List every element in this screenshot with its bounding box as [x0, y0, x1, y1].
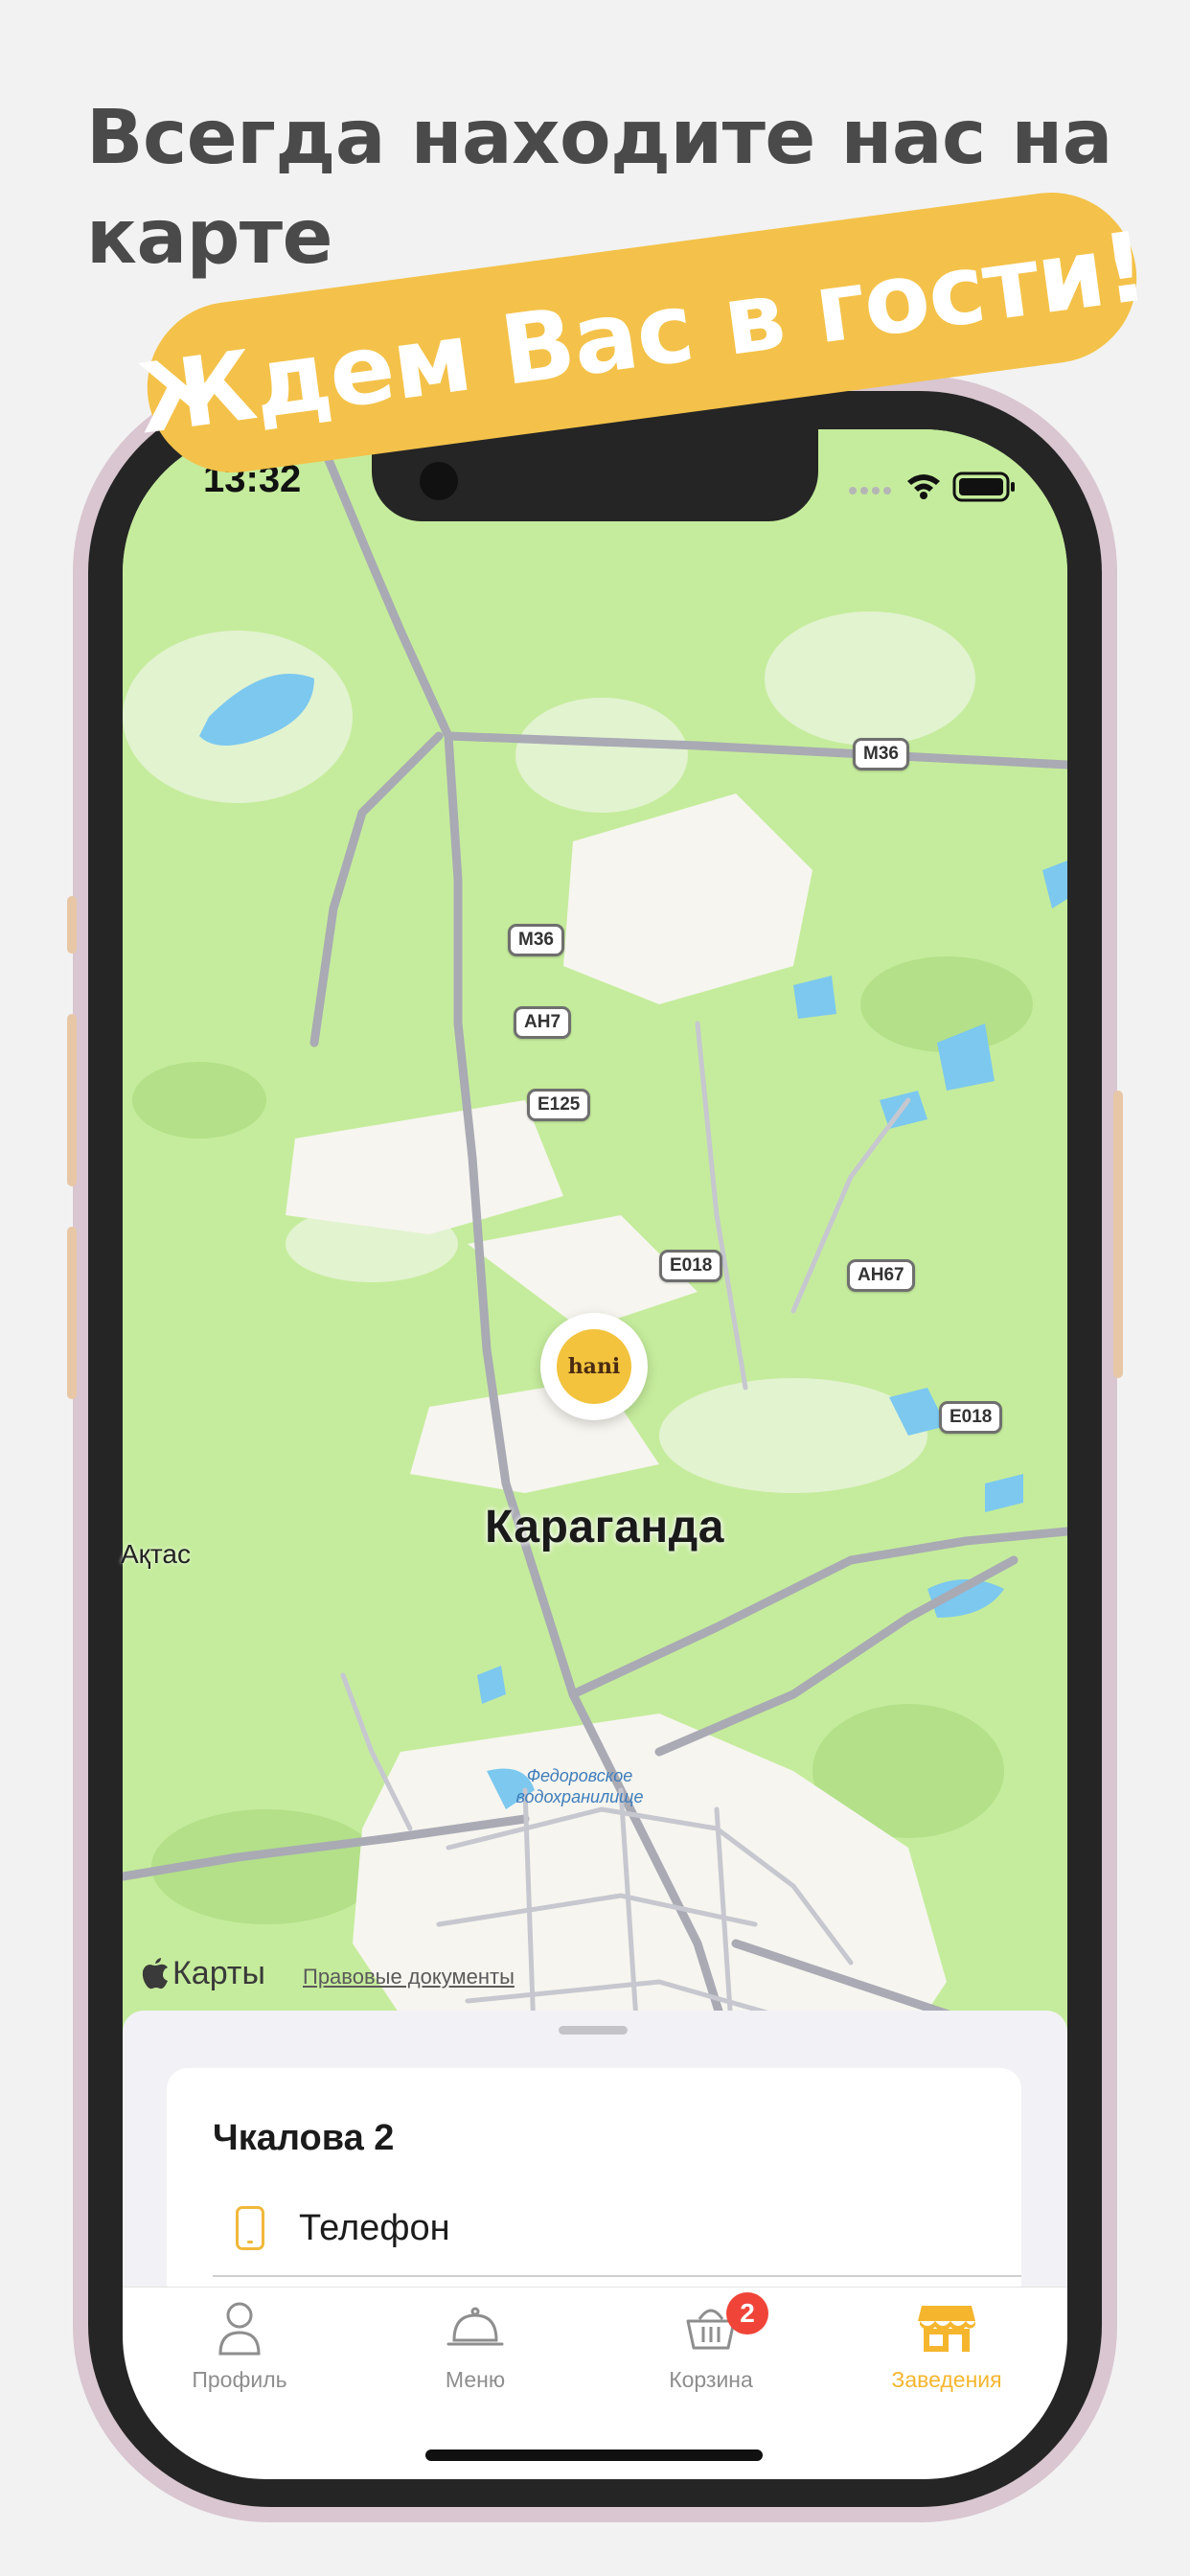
volume-up-button	[67, 1014, 77, 1186]
home-indicator[interactable]	[425, 2450, 763, 2461]
status-icons	[849, 472, 1015, 502]
restaurant-pin[interactable]: hani	[540, 1313, 648, 1420]
restaurant-logo: hani	[557, 1329, 631, 1404]
tab-menu[interactable]: Меню	[379, 2296, 571, 2411]
tab-label: Заведения	[891, 2367, 1002, 2392]
apple-logo-icon	[142, 1957, 168, 1989]
phone-icon	[236, 2206, 264, 2250]
road-shield: E125	[527, 1089, 591, 1121]
cart-badge: 2	[726, 2292, 768, 2334]
maps-attribution-text: Карты	[172, 1955, 265, 1991]
tab-venues[interactable]: Заведения	[851, 2296, 1042, 2411]
tab-cart[interactable]: Корзина	[615, 2296, 807, 2411]
logo-text: hani	[567, 1354, 621, 1379]
road-shield: AH67	[847, 1259, 915, 1292]
profile-icon	[218, 2302, 261, 2356]
tab-profile[interactable]: Профиль	[144, 2296, 335, 2411]
phone-row-label[interactable]: Телефон	[299, 2208, 450, 2249]
city-label: Караганда	[485, 1502, 724, 1552]
mute-switch	[67, 896, 77, 954]
battery-icon	[952, 472, 1015, 502]
legal-documents-link[interactable]: Правовые документы	[303, 1965, 515, 1990]
store-icon	[918, 2306, 975, 2352]
road-shield: E018	[939, 1401, 1003, 1434]
tab-label: Корзина	[669, 2367, 753, 2392]
tab-label: Профиль	[192, 2367, 287, 2392]
reservoir-label: Федоровское водохранилище	[515, 1766, 644, 1806]
road-shield: M36	[508, 924, 564, 956]
road-shield: M36	[853, 738, 909, 770]
road-shield: E018	[659, 1250, 723, 1282]
tab-label: Меню	[445, 2367, 506, 2392]
cloche-icon	[446, 2307, 504, 2346]
sheet-grabber[interactable]	[559, 2026, 628, 2035]
power-button	[1113, 1091, 1123, 1378]
row-divider	[213, 2275, 1021, 2277]
location-title: Чкалова 2	[213, 2118, 395, 2158]
maps-attribution: Карты	[142, 1955, 265, 1992]
volume-down-button	[67, 1227, 77, 1399]
front-camera	[420, 462, 458, 500]
road-shield: AH7	[514, 1006, 572, 1039]
town-label: Ақтас	[121, 1539, 192, 1569]
wifi-icon	[907, 474, 940, 499]
